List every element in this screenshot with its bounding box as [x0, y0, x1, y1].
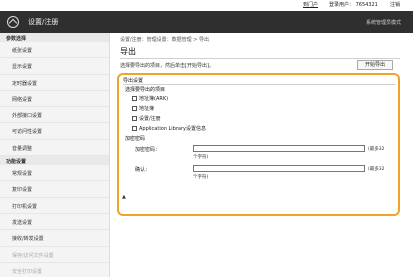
portal-link[interactable]: 到门户: [303, 1, 318, 8]
sidebar-item-paper[interactable]: 纸张设置: [0, 42, 109, 59]
app-title: 设置/注册: [28, 18, 59, 26]
checkbox-item-ark[interactable]: 地址簿(ARK): [132, 95, 168, 102]
logged-in-user: 登录用户： 7654321: [329, 2, 378, 8]
sidebar-item-store-access[interactable]: 保存/访问文件设置: [0, 247, 109, 263]
panel-divider: [123, 84, 395, 85]
breadcrumb: 设置/注册：管理设置：数据管理 > 导出: [120, 37, 210, 43]
password-max-hint: (最多32: [368, 147, 385, 152]
sidebar-item-send[interactable]: 发送设置: [0, 214, 109, 231]
checkbox-label: Application Library设置信息: [139, 126, 207, 132]
sidebar-item-secure-print[interactable]: 安全打印设置: [0, 263, 109, 277]
page-title: 导出: [120, 47, 136, 56]
checkbox-label: 地址簿: [139, 106, 155, 112]
sidebar-item-timer[interactable]: 定时器设置: [0, 75, 109, 91]
home-icon[interactable]: [7, 16, 19, 28]
password-label: 加密密码：: [135, 147, 161, 153]
password-char-note: 个字符): [193, 155, 209, 160]
sidebar-heading-functions: 功能设置: [0, 156, 109, 166]
sidebar-item-network[interactable]: 网络设置: [0, 91, 109, 108]
confirm-max-hint: (最多32: [368, 167, 385, 172]
checkbox-item-application-library[interactable]: Application Library设置信息: [132, 125, 206, 132]
main-content: 设置/注册：管理设置：数据管理 > 导出 导出 选择要导出的项目，然后单击[开始…: [113, 33, 413, 277]
checkbox-label: 设置/注册: [139, 116, 161, 122]
title-divider: [120, 58, 400, 59]
password-heading: 加密密码: [125, 136, 146, 142]
sidebar-item-copy[interactable]: 复印设置: [0, 181, 109, 198]
start-export-button[interactable]: 开始导出: [357, 60, 393, 70]
checkbox-box[interactable]: [132, 116, 137, 121]
admin-mode-label: 系统管理员模式: [365, 20, 401, 26]
sidebar-item-receive-forward[interactable]: 接收/转发设置: [0, 230, 109, 247]
sidebar-item-external-interface[interactable]: 外部接口设置: [0, 107, 109, 124]
confirm-input[interactable]: [193, 165, 365, 172]
checkbox-item-settings[interactable]: 设置/注册: [132, 115, 161, 122]
confirm-label: 确认：: [135, 167, 151, 173]
sidebar-item-display[interactable]: 显示设置: [0, 58, 109, 75]
instruction-text: 选择要导出的项目，然后单击[开始导出]。: [120, 63, 214, 69]
logout-link[interactable]: 注销: [390, 1, 400, 8]
confirm-char-note: 个字符): [193, 175, 209, 180]
checkbox-box[interactable]: [132, 96, 137, 101]
select-items-heading: 选择要导出的项目: [125, 87, 166, 93]
sidebar: 参数选择 纸张设置 显示设置 定时器设置 网络设置 外部接口设置 可访问性设置 …: [0, 33, 110, 277]
export-settings-panel: 导出设置 选择要导出的项目 地址簿(ARK) 地址簿 设置/注册 Applica…: [117, 73, 400, 216]
sidebar-item-printer[interactable]: 打印机设置: [0, 198, 109, 214]
header-bar: 设置/注册 系统管理员模式: [0, 11, 413, 33]
checkbox-item-addressbook[interactable]: 地址簿: [132, 105, 154, 112]
sidebar-item-common[interactable]: 常规设置: [0, 165, 109, 182]
panel-title: 导出设置: [123, 78, 144, 84]
back-to-top-link[interactable]: ▲: [122, 194, 126, 200]
sidebar-item-accessibility[interactable]: 可访问性设置: [0, 123, 109, 140]
password-input[interactable]: [193, 145, 365, 152]
sidebar-item-volume[interactable]: 音量调整: [0, 140, 109, 157]
checkbox-box[interactable]: [132, 126, 137, 131]
sidebar-heading-preferences: 参数选择: [0, 33, 109, 42]
top-bar: 到门户 登录用户： 7654321 注销: [0, 0, 413, 9]
checkbox-box[interactable]: [132, 106, 137, 111]
checkbox-label: 地址簿(ARK): [139, 96, 169, 102]
